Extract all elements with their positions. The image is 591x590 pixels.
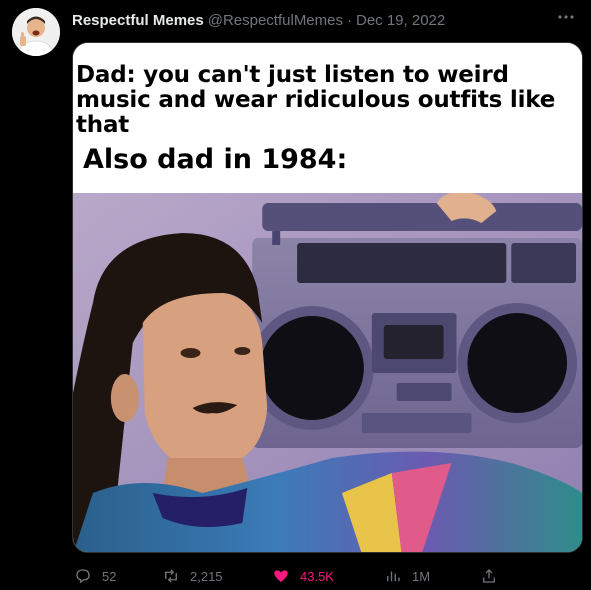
like-count: 43.5K	[300, 568, 334, 584]
like-button[interactable]: 43.5K	[272, 567, 334, 585]
retweet-icon	[165, 569, 177, 583]
views-button[interactable]: 1M	[384, 567, 430, 585]
share-button[interactable]	[480, 567, 508, 585]
more-icon[interactable]	[555, 10, 577, 30]
views-icon	[387, 571, 400, 582]
reply-button[interactable]: 52	[74, 567, 116, 585]
share-icon	[483, 569, 495, 583]
tweet-header: Respectful Memes @RespectfulMemes · Dec …	[72, 10, 575, 30]
display-name[interactable]: Respectful Memes	[72, 12, 204, 29]
retweet-button[interactable]: 2,215	[162, 567, 223, 585]
view-count: 1M	[412, 568, 431, 584]
tweet[interactable]: Respectful Memes @RespectfulMemes · Dec …	[0, 0, 591, 590]
meme-caption-line-1: Dad: you can't just listen to weird musi…	[76, 62, 556, 138]
tweet-media[interactable]: Dad: you can't just listen to weird musi…	[72, 42, 583, 553]
tweet-date[interactable]: Dec 19, 2022	[356, 12, 445, 29]
reply-icon	[76, 569, 90, 584]
meme-caption-line-2: Also dad in 1984:	[83, 144, 348, 175]
separator-dot: ·	[347, 11, 352, 29]
reply-count: 52	[102, 568, 117, 584]
retweet-count: 2,215	[190, 568, 223, 584]
avatar[interactable]	[12, 8, 60, 56]
meme-caption: Dad: you can't just listen to weird musi…	[73, 43, 582, 193]
meme-photo	[73, 193, 582, 552]
heart-icon	[274, 570, 288, 582]
handle[interactable]: @RespectfulMemes	[208, 12, 343, 29]
tweet-actions: 52 2,215 43.5K 1M	[72, 566, 512, 586]
avatar-image	[12, 8, 60, 56]
